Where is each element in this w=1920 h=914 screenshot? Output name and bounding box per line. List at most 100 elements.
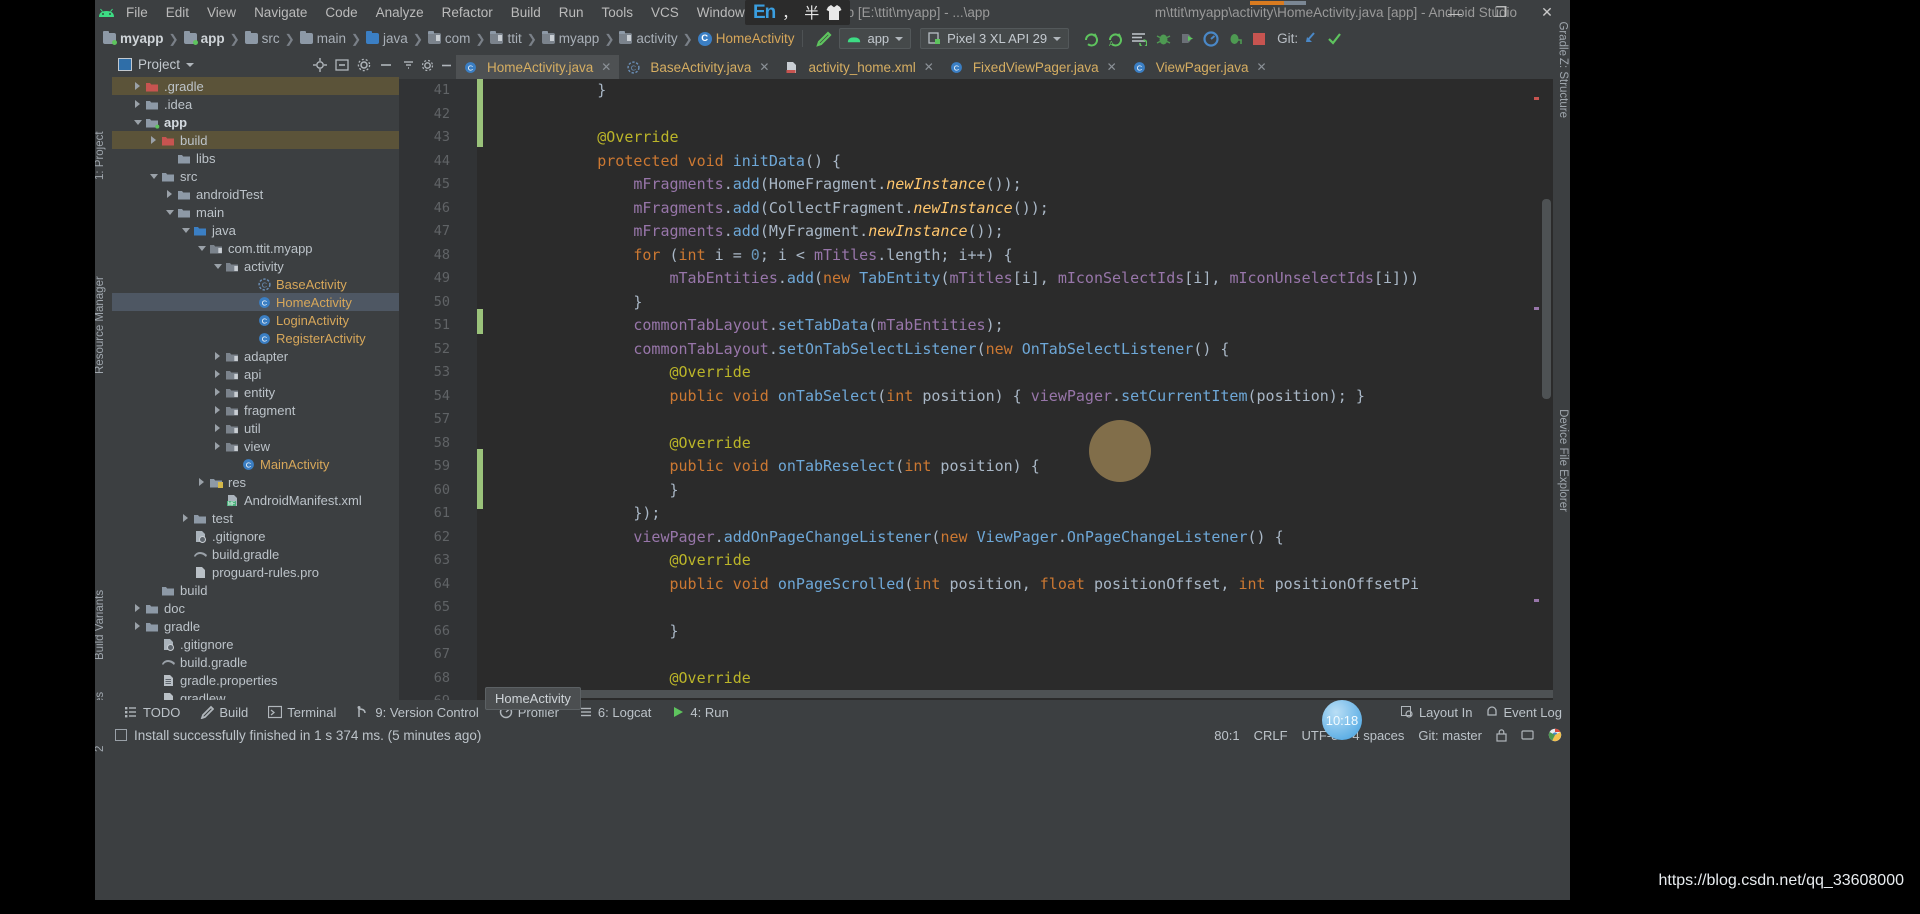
- sidebar-tab-build-variants[interactable]: Build Variants: [95, 590, 106, 660]
- update-project-button[interactable]: [1298, 28, 1322, 50]
- attach-debugger-button[interactable]: [1175, 28, 1199, 50]
- line-number[interactable]: 43: [399, 126, 477, 150]
- tree-item-main[interactable]: main: [112, 203, 399, 221]
- chevron-down-icon[interactable]: [164, 207, 175, 218]
- sidebar-tab-project[interactable]: 1: Project: [95, 131, 106, 180]
- tree-item-mainactivity[interactable]: C MainActivity: [112, 455, 399, 473]
- chevron-right-icon[interactable]: [132, 99, 143, 110]
- tree-item-util[interactable]: util: [112, 419, 399, 437]
- tree-item-libs[interactable]: libs: [112, 149, 399, 167]
- line-number[interactable]: 47: [399, 220, 477, 244]
- make-project-button[interactable]: [811, 28, 835, 50]
- tree-item-src[interactable]: src: [112, 167, 399, 185]
- line-number[interactable]: 48: [399, 244, 477, 268]
- close-icon[interactable]: ✕: [924, 60, 934, 74]
- tree-item-doc[interactable]: doc: [112, 599, 399, 617]
- menu-item-view[interactable]: View: [198, 2, 245, 23]
- caret-position[interactable]: 80:1: [1214, 728, 1239, 743]
- tree-item-adapter[interactable]: adapter: [112, 347, 399, 365]
- line-number[interactable]: 53: [399, 361, 477, 385]
- menu-item-code[interactable]: Code: [316, 2, 366, 23]
- layout-inspector-button[interactable]: Layout In: [1400, 705, 1472, 720]
- tree-item-build[interactable]: build: [112, 581, 399, 599]
- apply-changes-button[interactable]: [1079, 28, 1103, 50]
- close-icon[interactable]: ✕: [601, 60, 611, 74]
- tree-item-gradle[interactable]: gradle: [112, 617, 399, 635]
- menu-bar[interactable]: File Edit View Navigate Code Analyze Refactor B…: [117, 2, 800, 23]
- chevron-down-icon[interactable]: [196, 243, 207, 254]
- tree-item-api[interactable]: api: [112, 365, 399, 383]
- line-number[interactable]: 59: [399, 455, 477, 479]
- left-tool-strip[interactable]: 1: Project Resource Manager Build Varian…: [95, 52, 112, 752]
- hide-icon[interactable]: [440, 59, 453, 72]
- tree-item-registeractivity[interactable]: C RegisterActivity: [112, 329, 399, 347]
- notification-icon[interactable]: [1521, 729, 1534, 742]
- line-number[interactable]: 57: [399, 408, 477, 432]
- line-number[interactable]: 64: [399, 573, 477, 597]
- stop-button[interactable]: [1247, 28, 1271, 50]
- tree-item-homeactivity[interactable]: C HomeActivity: [112, 293, 399, 311]
- breadcrumb-item-src[interactable]: src: [244, 30, 280, 46]
- code-content[interactable]: } @Override protected void initData() { …: [477, 79, 1553, 700]
- line-number[interactable]: 49: [399, 267, 477, 291]
- line-number[interactable]: 65: [399, 596, 477, 620]
- editor-tab-viewpager-java[interactable]: C ViewPager.java ✕: [1125, 55, 1275, 79]
- tree-item-entity[interactable]: entity: [112, 383, 399, 401]
- line-number[interactable]: 44: [399, 150, 477, 174]
- tree-item-activity[interactable]: activity: [112, 257, 399, 275]
- profiler-button[interactable]: [1199, 28, 1223, 50]
- editor-tab-activity-home-xml[interactable]: activity_home.xml ✕: [777, 55, 941, 79]
- ime-indicator[interactable]: En ， 半: [745, 0, 851, 25]
- menu-item-edit[interactable]: Edit: [157, 2, 198, 23]
- tree-item--gitignore[interactable]: .gitignore: [112, 527, 399, 545]
- tree-item-gradlew[interactable]: gradlew: [112, 689, 399, 700]
- chevron-right-icon[interactable]: [148, 135, 159, 146]
- tool-window-button-terminal[interactable]: Terminal: [259, 703, 345, 722]
- hide-icon[interactable]: [379, 58, 393, 72]
- breadcrumb-item-com[interactable]: com: [427, 30, 470, 46]
- sidebar-tab-resource-manager[interactable]: Resource Manager: [95, 276, 106, 374]
- menu-item-tools[interactable]: Tools: [593, 2, 643, 23]
- project-tree[interactable]: .gradle .idea app build libs src androidTest ma…: [112, 77, 399, 700]
- close-icon[interactable]: ✕: [1257, 60, 1267, 74]
- tree-item-proguard-rules-pro[interactable]: proguard-rules.pro: [112, 563, 399, 581]
- chevron-right-icon[interactable]: [212, 387, 223, 398]
- line-number[interactable]: 52: [399, 338, 477, 362]
- tree-item-androidmanifest-xml[interactable]: MF AndroidManifest.xml: [112, 491, 399, 509]
- tree-item--idea[interactable]: .idea: [112, 95, 399, 113]
- tool-window-button-4-run[interactable]: 4: Run: [662, 703, 737, 722]
- menu-item-run[interactable]: Run: [550, 2, 593, 23]
- tree-item-build-gradle[interactable]: build.gradle: [112, 653, 399, 671]
- chevron-down-icon[interactable]: [180, 225, 191, 236]
- project-panel-actions[interactable]: [313, 57, 393, 72]
- line-number[interactable]: 61: [399, 502, 477, 526]
- tree-item-build-gradle[interactable]: build.gradle: [112, 545, 399, 563]
- tree-item--gradle[interactable]: .gradle: [112, 77, 399, 95]
- tree-item--gitignore[interactable]: .gitignore: [112, 635, 399, 653]
- line-number[interactable]: 68: [399, 667, 477, 691]
- chevron-down-icon[interactable]: [148, 171, 159, 182]
- collapse-all-icon[interactable]: [335, 58, 349, 72]
- editor-tab-homeactivity-java[interactable]: C HomeActivity.java ✕: [456, 55, 620, 79]
- debug-app-button[interactable]: [1223, 28, 1247, 50]
- chevron-right-icon[interactable]: [212, 441, 223, 452]
- tree-item-app[interactable]: app: [112, 113, 399, 131]
- editor-tab-bar[interactable]: C HomeActivity.java ✕ C BaseActivity.java ✕ ac…: [399, 52, 1553, 79]
- line-number[interactable]: 66: [399, 620, 477, 644]
- run-configuration-selector[interactable]: app: [839, 28, 912, 49]
- breadcrumb-item-myapp[interactable]: myapp: [541, 30, 599, 46]
- breadcrumb-item-activity[interactable]: activity: [619, 30, 678, 46]
- menu-item-refactor[interactable]: Refactor: [433, 2, 502, 23]
- ime-skin-shirt-icon[interactable]: [826, 4, 842, 21]
- hscrollbar-thumb[interactable]: [489, 690, 1553, 698]
- commit-button[interactable]: [1322, 28, 1346, 50]
- chevron-right-icon[interactable]: [212, 351, 223, 362]
- sidebar-tab-structure[interactable]: Z: Structure: [1557, 58, 1569, 118]
- apply-code-changes-button[interactable]: A: [1103, 28, 1127, 50]
- ime-halfwidth-icon[interactable]: 半: [804, 2, 819, 23]
- menu-item-file[interactable]: File: [117, 2, 157, 23]
- breadcrumb-item-myapp[interactable]: myapp: [103, 30, 164, 46]
- breadcrumb-item-ttit[interactable]: ttit: [490, 30, 522, 46]
- editor-tab-tools[interactable]: [399, 52, 456, 79]
- minimize-button[interactable]: —: [1432, 0, 1478, 25]
